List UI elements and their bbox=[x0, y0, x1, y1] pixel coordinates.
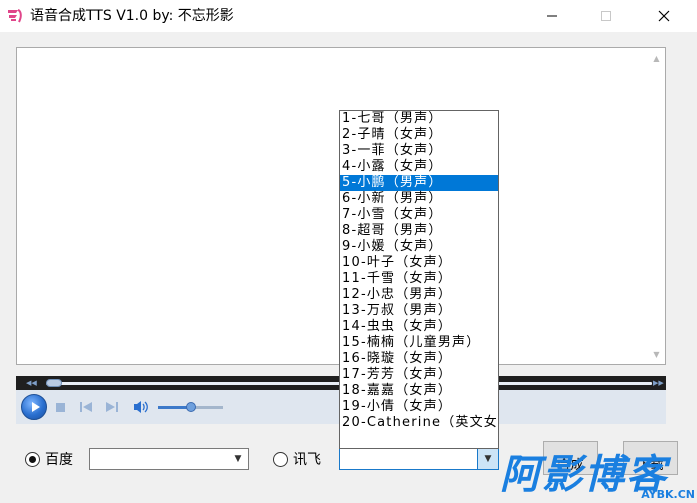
watermark-domain: AYBK.CN bbox=[641, 488, 695, 501]
xunfei-label: 讯飞 bbox=[293, 452, 321, 468]
close-icon bbox=[658, 10, 670, 22]
voice-option[interactable]: 1-七哥（男声） bbox=[340, 111, 498, 127]
watermark-logo: 阿影博客 AYBK.CN bbox=[500, 450, 697, 503]
minimize-icon bbox=[547, 15, 557, 17]
voice-option[interactable]: 4-小露（女声） bbox=[340, 159, 498, 175]
minimize-button[interactable] bbox=[529, 0, 575, 32]
vertical-scrollbar[interactable]: ▲ ▼ bbox=[648, 48, 665, 364]
voice-option[interactable]: 5-小鹏（男声） bbox=[340, 175, 498, 191]
voice-option[interactable]: 6-小新（男声） bbox=[340, 191, 498, 207]
chevron-down-icon[interactable]: ▼ bbox=[228, 449, 248, 469]
previous-icon[interactable] bbox=[80, 402, 92, 412]
voice-dropdown-list[interactable]: 1-七哥（男声） 2-子晴（女声） 3-一菲（女声） 4-小露（女声） 5-小鹏（男声）… bbox=[339, 110, 499, 449]
next-icon[interactable] bbox=[106, 402, 118, 412]
xunfei-voice-select[interactable]: ▼ bbox=[339, 448, 499, 470]
voice-option[interactable]: 15-楠楠（儿童男声） bbox=[340, 335, 498, 351]
voice-option[interactable]: 8-超哥（男声） bbox=[340, 223, 498, 239]
app-icon bbox=[8, 9, 22, 23]
voice-option[interactable]: 9-小媛（女声） bbox=[340, 239, 498, 255]
voice-option[interactable]: 3-一菲（女声） bbox=[340, 143, 498, 159]
voice-option[interactable]: 13-万叔（男声） bbox=[340, 303, 498, 319]
voice-option[interactable]: 14-虫虫（女声） bbox=[340, 319, 498, 335]
voice-option[interactable]: 7-小雪（女声） bbox=[340, 207, 498, 223]
chevron-down-icon[interactable]: ▼ bbox=[477, 449, 498, 469]
scroll-up-icon[interactable]: ▲ bbox=[648, 50, 665, 66]
volume-icon[interactable] bbox=[133, 400, 149, 414]
voice-option[interactable]: 2-子晴（女声） bbox=[340, 127, 498, 143]
scroll-down-icon[interactable]: ▼ bbox=[648, 346, 665, 362]
seek-thumb[interactable] bbox=[46, 379, 62, 387]
forward-small-icon[interactable]: ▶▶ bbox=[653, 379, 664, 387]
window-title: 语音合成TTS V1.0 by: 不忘形影 bbox=[30, 8, 234, 24]
volume-thumb[interactable] bbox=[186, 402, 196, 412]
voice-option[interactable]: 10-叶子（女声） bbox=[340, 255, 498, 271]
maximize-icon bbox=[601, 11, 611, 21]
rewind-small-icon[interactable]: ◀◀ bbox=[26, 379, 37, 387]
baidu-radio[interactable] bbox=[25, 452, 40, 467]
maximize-button[interactable] bbox=[583, 0, 629, 32]
voice-option[interactable]: 18-嘉嘉（女声） bbox=[340, 383, 498, 399]
voice-option[interactable]: 17-芳芳（女声） bbox=[340, 367, 498, 383]
play-button[interactable] bbox=[21, 394, 47, 420]
title-bar: 语音合成TTS V1.0 by: 不忘形影 bbox=[0, 0, 697, 32]
stop-icon[interactable] bbox=[56, 403, 65, 412]
voice-option[interactable]: 16-晓璇（女声） bbox=[340, 351, 498, 367]
baidu-voice-select[interactable]: ▼ bbox=[89, 448, 249, 470]
voice-option[interactable]: 11-千雪（女声） bbox=[340, 271, 498, 287]
xunfei-radio[interactable] bbox=[273, 452, 288, 467]
baidu-label: 百度 bbox=[45, 452, 73, 468]
voice-option[interactable]: 20-Catherine（英文女 bbox=[340, 415, 498, 431]
close-button[interactable] bbox=[641, 0, 687, 32]
voice-option[interactable]: 12-小忠（男声） bbox=[340, 287, 498, 303]
voice-option[interactable]: 19-小倩（女声） bbox=[340, 399, 498, 415]
